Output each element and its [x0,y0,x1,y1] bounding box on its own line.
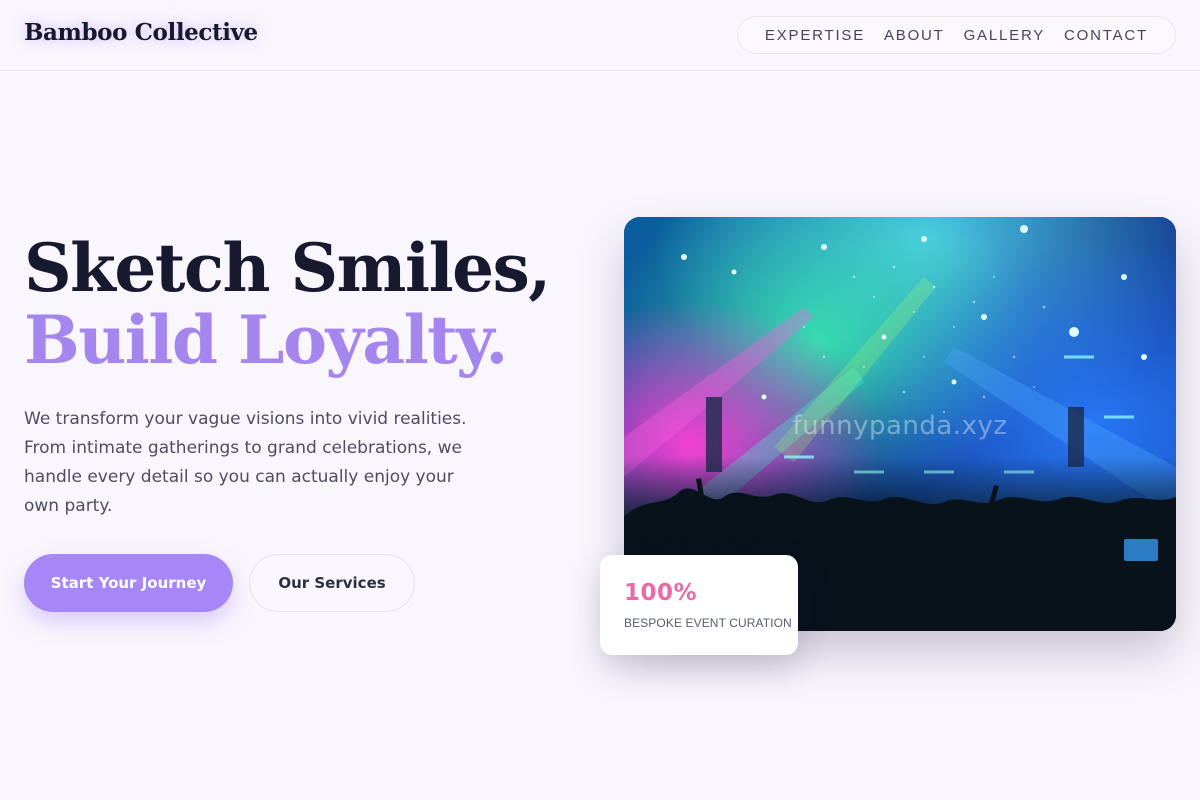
hero-headline-line2: Build Loyalty. [24,301,508,379]
nav-item-about[interactable]: ABOUT [884,27,945,44]
nav-item-contact[interactable]: CONTACT [1064,27,1148,44]
main-nav: EXPERTISE ABOUT GALLERY CONTACT [737,16,1176,54]
stat-card: 100% BESPOKE EVENT CURATION [600,555,798,655]
hero-headline: Sketch Smiles, Build Loyalty. [24,232,584,376]
image-watermark: funnypanda.xyz [792,411,1008,441]
start-journey-button[interactable]: Start Your Journey [24,554,233,612]
nav-item-gallery[interactable]: GALLERY [964,27,1046,44]
hero-description: We transform your vague visions into viv… [24,409,467,516]
landing-page: Bamboo Collective EXPERTISE ABOUT GALLER… [0,0,1200,800]
stat-label: BESPOKE EVENT CURATION [624,616,792,630]
nav-item-expertise[interactable]: EXPERTISE [765,27,865,44]
our-services-button[interactable]: Our Services [249,554,415,612]
brand-logo[interactable]: Bamboo Collective [24,19,258,46]
hero-headline-line1: Sketch Smiles, [24,229,551,307]
site-header: Bamboo Collective EXPERTISE ABOUT GALLER… [0,0,1200,71]
stat-value: 100% [624,580,698,606]
